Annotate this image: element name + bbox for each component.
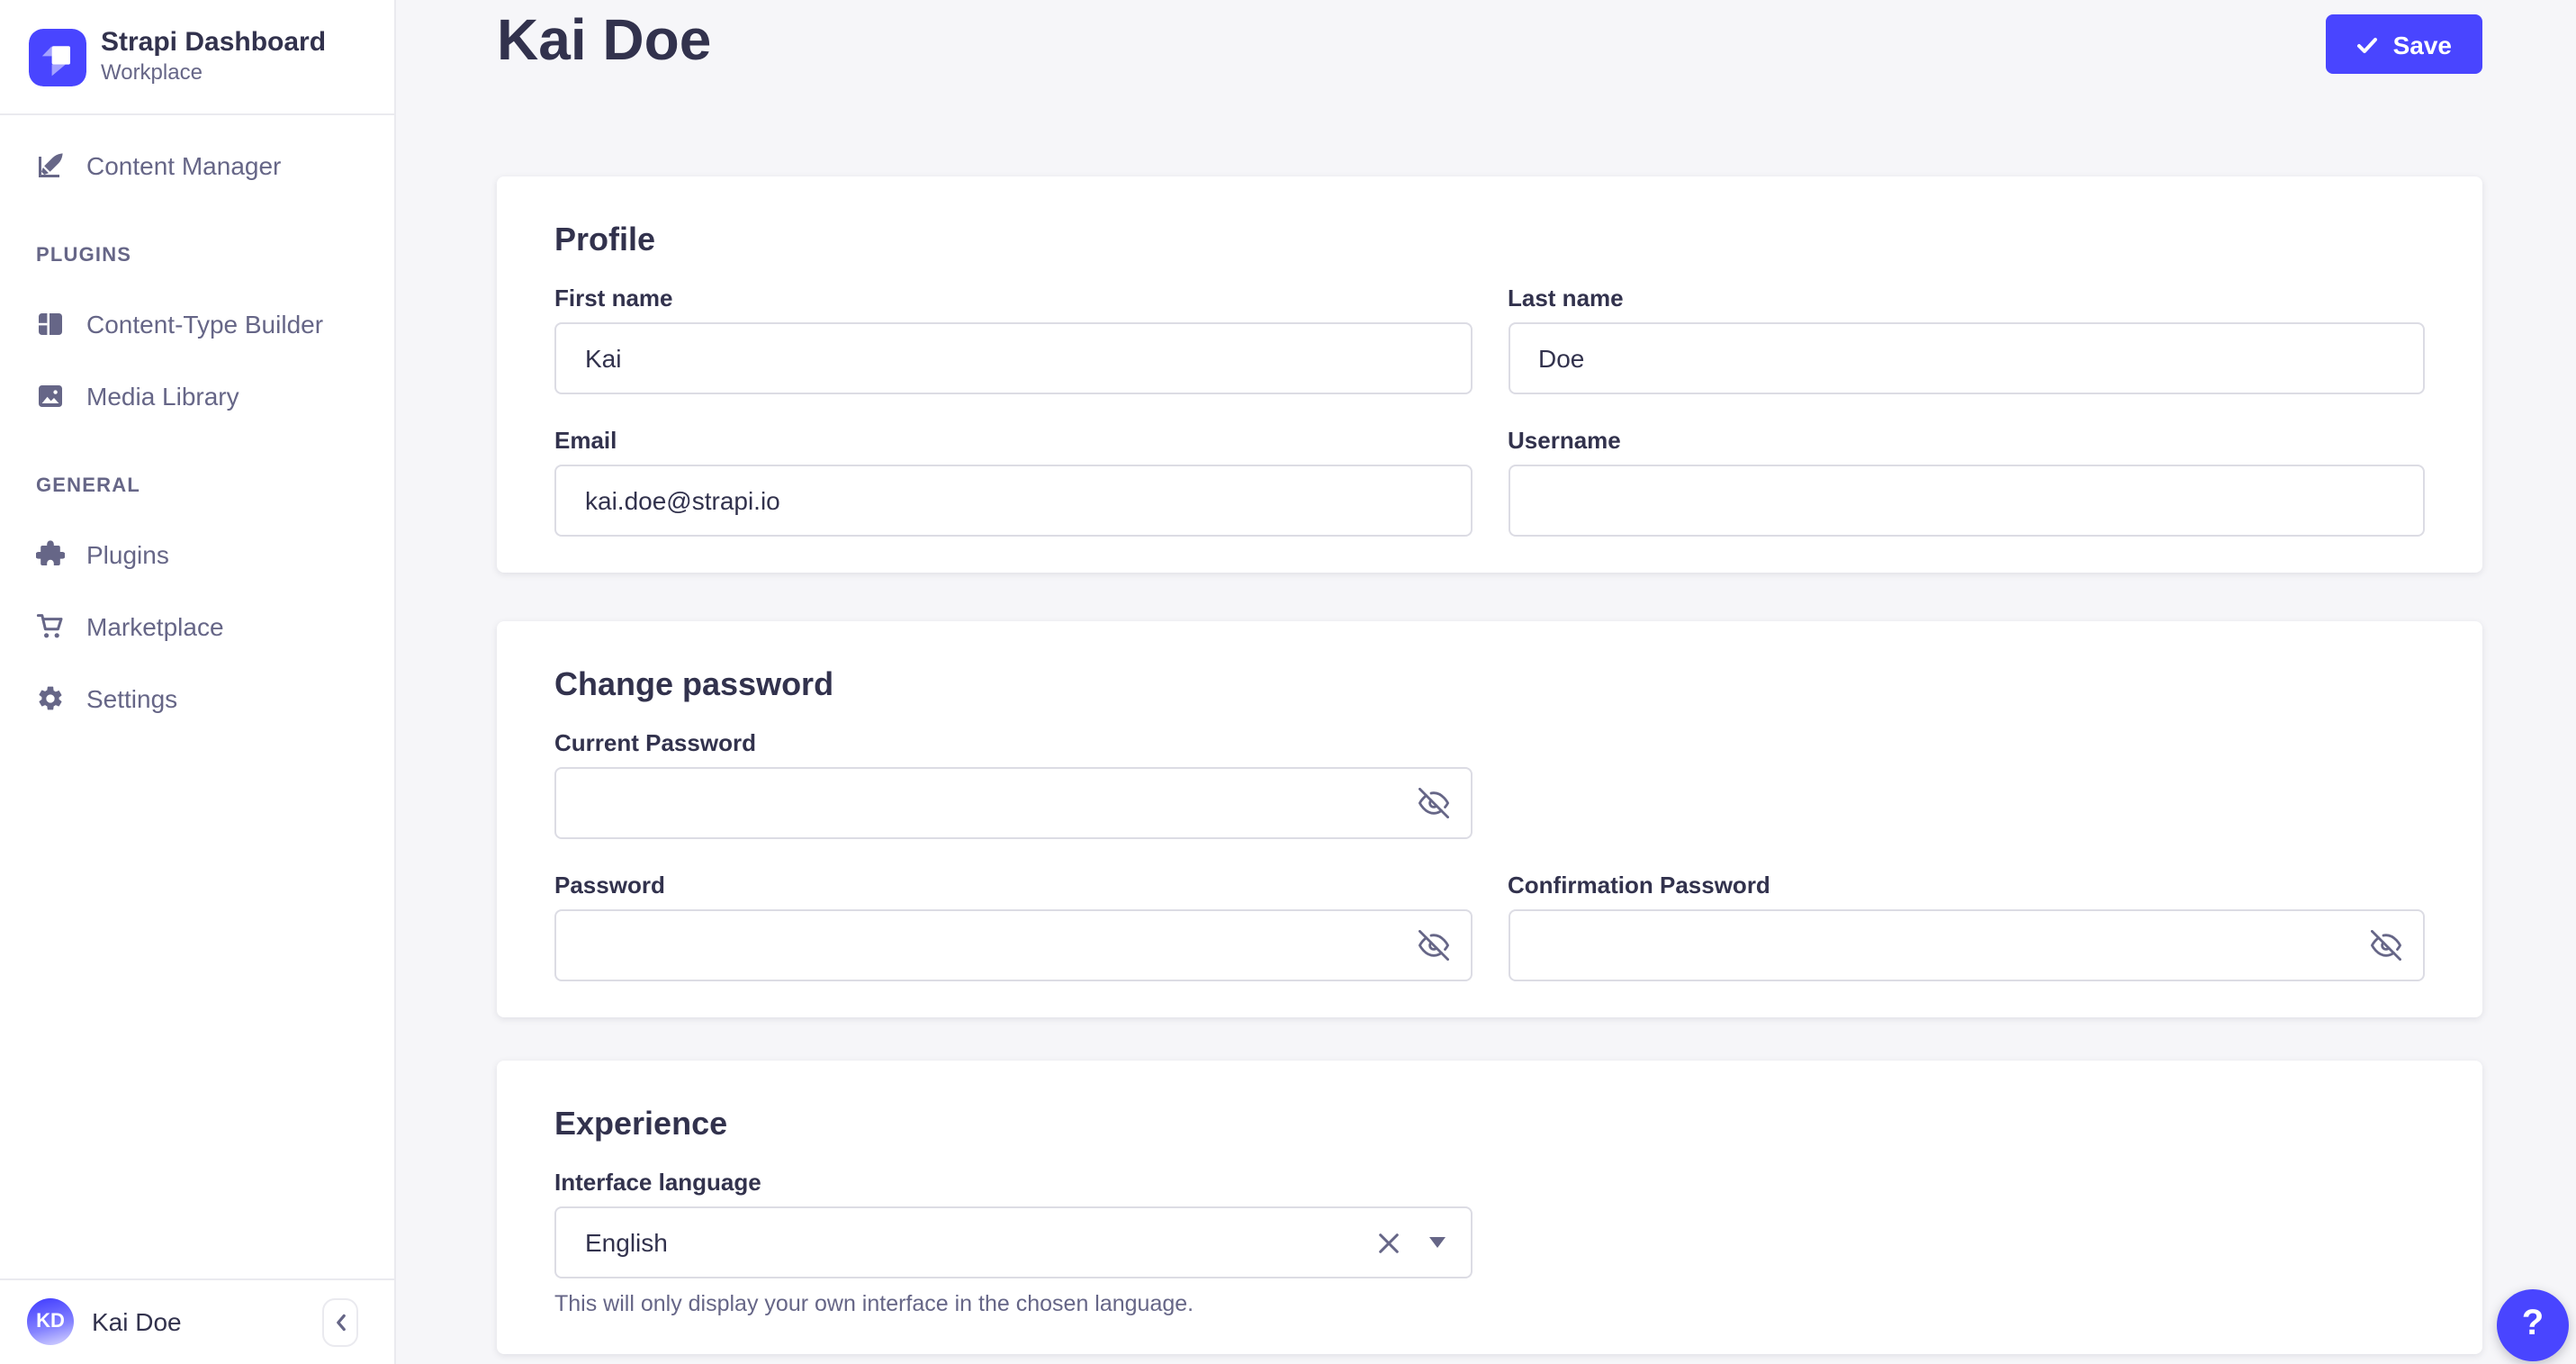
user-name: Kai Doe <box>92 1307 182 1336</box>
eye-off-icon <box>1418 788 1448 818</box>
password-label: Password <box>554 872 1472 900</box>
sidebar-item-label: Marketplace <box>86 612 224 641</box>
avatar: KD <box>27 1298 74 1345</box>
sidebar-section-plugins: PLUGINS <box>0 245 394 266</box>
puzzle-icon <box>36 540 65 569</box>
password-input[interactable] <box>554 909 1472 981</box>
eye-off-icon <box>1418 930 1448 961</box>
sidebar-item-label: Settings <box>86 684 177 713</box>
current-password-input[interactable] <box>554 767 1472 839</box>
close-icon <box>1376 1231 1400 1254</box>
username-label: Username <box>1508 427 2425 456</box>
spacer-cell <box>1508 1169 2425 1318</box>
experience-card: Experience Interface language English <box>497 1061 2482 1354</box>
first-name-label: First name <box>554 285 1472 313</box>
page-header: Kai Doe Save <box>396 0 2576 76</box>
last-name-input[interactable] <box>1508 322 2425 394</box>
email-field-group: Email <box>554 427 1472 537</box>
sidebar-item-label: Content-Type Builder <box>86 310 323 339</box>
change-password-card: Change password Current Password <box>497 621 2482 1017</box>
layout-icon <box>36 310 65 339</box>
profile-card-title: Profile <box>554 220 2425 259</box>
profile-card: Profile First name Last name <box>497 176 2482 573</box>
chevron-down-icon <box>1428 1237 1445 1248</box>
page-title: Kai Doe <box>497 4 711 76</box>
sidebar-nav: Content Manager PLUGINS Content-Type Bui… <box>0 115 394 735</box>
interface-language-hint: This will only display your own interfac… <box>554 1289 1472 1318</box>
app: Strapi Dashboard Workplace Content Manag… <box>0 0 2576 1364</box>
sidebar-item-content-manager[interactable]: Content Manager <box>0 130 394 202</box>
experience-card-title: Experience <box>554 1104 2425 1143</box>
save-button-label: Save <box>2393 30 2452 59</box>
current-password-label: Current Password <box>554 729 1472 758</box>
confirmation-password-input[interactable] <box>1508 909 2425 981</box>
email-input[interactable] <box>554 465 1472 537</box>
first-name-input[interactable] <box>554 322 1472 394</box>
last-name-field-group: Last name <box>1508 285 2425 394</box>
brand-title: Strapi Dashboard <box>101 27 326 59</box>
brand-subtitle: Workplace <box>101 59 326 86</box>
password-fields-grid: Current Password <box>554 729 2425 981</box>
quill-icon <box>36 151 65 180</box>
open-language-dropdown-button[interactable] <box>1425 1233 1448 1251</box>
sidebar-item-plugins[interactable]: Plugins <box>0 519 394 591</box>
username-input[interactable] <box>1508 465 2425 537</box>
save-button[interactable]: Save <box>2327 14 2482 74</box>
sidebar-item-label: Media Library <box>86 382 239 411</box>
sidebar-section-general: GENERAL <box>0 475 394 497</box>
eye-off-icon <box>2371 930 2401 961</box>
sidebar-item-label: Content Manager <box>86 151 281 180</box>
new-password-field-group: Password <box>554 872 1472 981</box>
experience-fields-grid: Interface language English <box>554 1169 2425 1318</box>
sidebar-item-label: Plugins <box>86 540 169 569</box>
confirmation-password-field-group: Confirmation Password <box>1508 872 2425 981</box>
last-name-label: Last name <box>1508 285 2425 313</box>
sidebar-item-content-type-builder[interactable]: Content-Type Builder <box>0 288 394 360</box>
email-label: Email <box>554 427 1472 456</box>
gear-icon <box>36 684 65 713</box>
interface-language-label: Interface language <box>554 1169 1472 1197</box>
help-button[interactable]: ? <box>2497 1288 2569 1360</box>
content-area: Profile First name Last name <box>396 176 2576 1354</box>
strapi-logo-icon <box>29 28 86 86</box>
first-name-field-group: First name <box>554 285 1472 394</box>
change-password-card-title: Change password <box>554 664 2425 704</box>
interface-language-field-group: Interface language English <box>554 1169 1472 1318</box>
main-content: Kai Doe Save Profile First name <box>396 0 2576 1364</box>
username-field-group: Username <box>1508 427 2425 537</box>
sidebar-item-marketplace[interactable]: Marketplace <box>0 591 394 663</box>
check-icon <box>2357 33 2379 55</box>
toggle-confirmation-password-visibility-button[interactable] <box>2371 930 2401 961</box>
cart-icon <box>36 612 65 641</box>
interface-language-value: English <box>585 1228 668 1257</box>
sidebar-user-row: KD Kai Doe <box>0 1278 394 1364</box>
brand: Strapi Dashboard Workplace <box>0 0 394 115</box>
spacer-cell <box>1508 729 2425 839</box>
confirmation-password-label: Confirmation Password <box>1508 872 2425 900</box>
toggle-current-password-visibility-button[interactable] <box>1418 788 1448 818</box>
sidebar: Strapi Dashboard Workplace Content Manag… <box>0 0 396 1364</box>
help-button-label: ? <box>2522 1304 2544 1345</box>
sidebar-item-media-library[interactable]: Media Library <box>0 360 394 432</box>
profile-fields-grid: First name Last name Email <box>554 285 2425 537</box>
image-icon <box>36 382 65 411</box>
toggle-password-visibility-button[interactable] <box>1418 930 1448 961</box>
brand-text: Strapi Dashboard Workplace <box>101 27 326 86</box>
interface-language-select[interactable]: English <box>554 1206 1472 1278</box>
current-password-field-group: Current Password <box>554 729 1472 839</box>
sidebar-item-settings[interactable]: Settings <box>0 663 394 735</box>
sidebar-collapse-button[interactable] <box>322 1297 358 1346</box>
chevron-left-icon <box>332 1312 348 1332</box>
clear-language-button[interactable] <box>1373 1227 1403 1258</box>
